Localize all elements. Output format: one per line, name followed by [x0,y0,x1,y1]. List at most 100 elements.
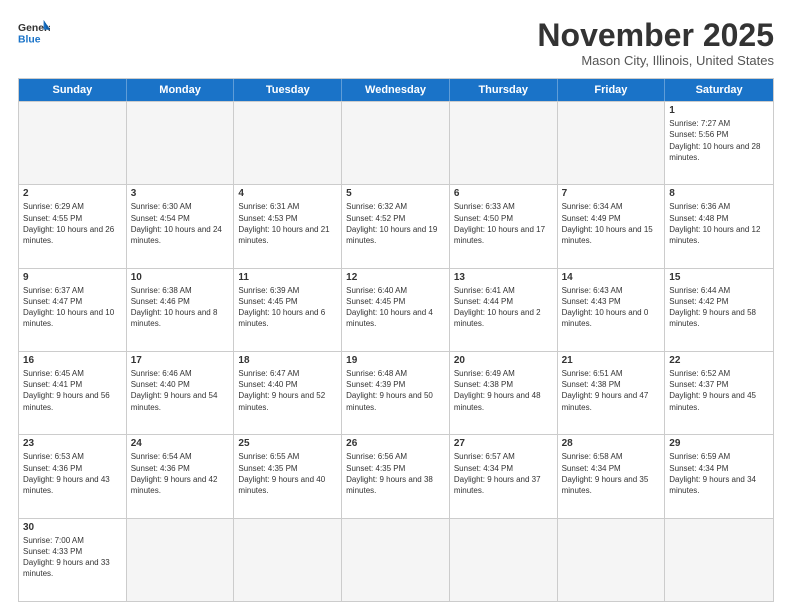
calendar-body: 1 Sunrise: 7:27 AM Sunset: 5:56 PM Daylig… [19,101,773,601]
day-number: 15 [669,272,769,283]
sun-info: Sunrise: 6:51 AM Sunset: 4:38 PM Dayligh… [562,368,661,413]
day-cell-24: 24Sunrise: 6:54 AM Sunset: 4:36 PM Dayli… [127,435,235,517]
day-number: 1 [669,105,769,116]
day-number: 18 [238,355,337,366]
week-row-1: 2Sunrise: 6:29 AM Sunset: 4:55 PM Daylig… [19,184,773,267]
day-cell-17: 17 Sunrise: 6:46 AM Sunset: 4:40 PM Dayli… [127,352,235,434]
week-row-5: 30 Sunrise: 7:00 AM Sunset: 4:33 PM Dayli… [19,518,773,601]
day-cell-empty [234,519,342,601]
day-cell-empty [342,519,450,601]
sun-info: Sunrise: 6:45 AM Sunset: 4:41 PM Dayligh… [23,368,122,413]
sun-info: Sunrise: 6:58 AM Sunset: 4:34 PM Dayligh… [562,451,661,496]
header-friday: Friday [558,79,666,101]
day-cell-14: 14 Sunrise: 6:43 AM Sunset: 4:43 PM Dayli… [558,269,666,351]
day-cell-21: 21 Sunrise: 6:51 AM Sunset: 4:38 PM Dayli… [558,352,666,434]
day-number: 24 [131,438,230,449]
sun-info: Sunrise: 6:29 AM Sunset: 4:55 PM Dayligh… [23,201,122,246]
day-number: 7 [562,188,661,199]
day-cell-3: 3Sunrise: 6:30 AM Sunset: 4:54 PM Daylig… [127,185,235,267]
sun-info: Sunrise: 6:49 AM Sunset: 4:38 PM Dayligh… [454,368,553,413]
calendar: Sunday Monday Tuesday Wednesday Thursday… [18,78,774,602]
day-number: 8 [669,188,769,199]
day-cell-26: 26Sunrise: 6:56 AM Sunset: 4:35 PM Dayli… [342,435,450,517]
header-thursday: Thursday [450,79,558,101]
sun-info: Sunrise: 6:52 AM Sunset: 4:37 PM Dayligh… [669,368,769,413]
page: General Blue November 2025 Mason City, I… [0,0,792,612]
day-cell-empty [127,519,235,601]
header-saturday: Saturday [665,79,773,101]
svg-text:Blue: Blue [18,34,41,45]
day-number: 3 [131,188,230,199]
sun-info: Sunrise: 7:00 AM Sunset: 4:33 PM Dayligh… [23,535,122,580]
day-number: 23 [23,438,122,449]
day-cell-28: 28 Sunrise: 6:58 AM Sunset: 4:34 PM Dayli… [558,435,666,517]
day-cell-4: 4Sunrise: 6:31 AM Sunset: 4:53 PM Daylig… [234,185,342,267]
sun-info: Sunrise: 7:27 AM Sunset: 5:56 PM Dayligh… [669,118,769,163]
day-cell-11: 11 Sunrise: 6:39 AM Sunset: 4:45 PM Dayli… [234,269,342,351]
sun-info: Sunrise: 6:48 AM Sunset: 4:39 PM Dayligh… [346,368,445,413]
day-number: 5 [346,188,445,199]
day-number: 14 [562,272,661,283]
day-number: 29 [669,438,769,449]
generalblue-logo-icon: General Blue [18,18,50,46]
sun-info: Sunrise: 6:36 AM Sunset: 4:48 PM Dayligh… [669,201,769,246]
day-number: 9 [23,272,122,283]
day-cell-7: 7 Sunrise: 6:34 AM Sunset: 4:49 PM Daylig… [558,185,666,267]
day-cell-8: 8 Sunrise: 6:36 AM Sunset: 4:48 PM Daylig… [665,185,773,267]
sun-info: Sunrise: 6:57 AM Sunset: 4:34 PM Dayligh… [454,451,553,496]
day-cell-empty [234,102,342,184]
header-sunday: Sunday [19,79,127,101]
day-cell-9: 9Sunrise: 6:37 AM Sunset: 4:47 PM Daylig… [19,269,127,351]
day-cell-15: 15 Sunrise: 6:44 AM Sunset: 4:42 PM Dayli… [665,269,773,351]
header: General Blue November 2025 Mason City, I… [18,18,774,68]
day-number: 27 [454,438,553,449]
day-cell-empty [558,102,666,184]
sun-info: Sunrise: 6:46 AM Sunset: 4:40 PM Dayligh… [131,368,230,413]
day-number: 26 [346,438,445,449]
day-cell-13: 13Sunrise: 6:41 AM Sunset: 4:44 PM Dayli… [450,269,558,351]
day-cell-20: 20 Sunrise: 6:49 AM Sunset: 4:38 PM Dayli… [450,352,558,434]
day-number: 20 [454,355,553,366]
day-cell-29: 29 Sunrise: 6:59 AM Sunset: 4:34 PM Dayli… [665,435,773,517]
day-number: 6 [454,188,553,199]
day-number: 17 [131,355,230,366]
day-number: 28 [562,438,661,449]
day-cell-18: 18 Sunrise: 6:47 AM Sunset: 4:40 PM Dayli… [234,352,342,434]
header-monday: Monday [127,79,235,101]
day-number: 21 [562,355,661,366]
location: Mason City, Illinois, United States [537,53,774,68]
day-number: 11 [238,272,337,283]
day-cell-2: 2Sunrise: 6:29 AM Sunset: 4:55 PM Daylig… [19,185,127,267]
sun-info: Sunrise: 6:38 AM Sunset: 4:46 PM Dayligh… [131,285,230,330]
sun-info: Sunrise: 6:59 AM Sunset: 4:34 PM Dayligh… [669,451,769,496]
day-number: 16 [23,355,122,366]
day-cell-empty [450,519,558,601]
day-cell-12: 12Sunrise: 6:40 AM Sunset: 4:45 PM Dayli… [342,269,450,351]
day-cell-1: 1 Sunrise: 7:27 AM Sunset: 5:56 PM Daylig… [665,102,773,184]
sun-info: Sunrise: 6:39 AM Sunset: 4:45 PM Dayligh… [238,285,337,330]
day-cell-25: 25Sunrise: 6:55 AM Sunset: 4:35 PM Dayli… [234,435,342,517]
sun-info: Sunrise: 6:43 AM Sunset: 4:43 PM Dayligh… [562,285,661,330]
day-cell-empty [342,102,450,184]
title-area: November 2025 Mason City, Illinois, Unit… [537,18,774,68]
sun-info: Sunrise: 6:40 AM Sunset: 4:45 PM Dayligh… [346,285,445,330]
week-row-0: 1 Sunrise: 7:27 AM Sunset: 5:56 PM Daylig… [19,101,773,184]
day-cell-5: 5Sunrise: 6:32 AM Sunset: 4:52 PM Daylig… [342,185,450,267]
sun-info: Sunrise: 6:34 AM Sunset: 4:49 PM Dayligh… [562,201,661,246]
day-cell-22: 22Sunrise: 6:52 AM Sunset: 4:37 PM Dayli… [665,352,773,434]
header-wednesday: Wednesday [342,79,450,101]
day-cell-empty [450,102,558,184]
sun-info: Sunrise: 6:55 AM Sunset: 4:35 PM Dayligh… [238,451,337,496]
sun-info: Sunrise: 6:44 AM Sunset: 4:42 PM Dayligh… [669,285,769,330]
day-cell-30: 30 Sunrise: 7:00 AM Sunset: 4:33 PM Dayli… [19,519,127,601]
day-number: 30 [23,522,122,533]
day-cell-empty [19,102,127,184]
logo: General Blue [18,18,50,46]
day-number: 19 [346,355,445,366]
header-tuesday: Tuesday [234,79,342,101]
sun-info: Sunrise: 6:47 AM Sunset: 4:40 PM Dayligh… [238,368,337,413]
sun-info: Sunrise: 6:41 AM Sunset: 4:44 PM Dayligh… [454,285,553,330]
sun-info: Sunrise: 6:33 AM Sunset: 4:50 PM Dayligh… [454,201,553,246]
week-row-3: 16 Sunrise: 6:45 AM Sunset: 4:41 PM Dayli… [19,351,773,434]
day-cell-empty [665,519,773,601]
